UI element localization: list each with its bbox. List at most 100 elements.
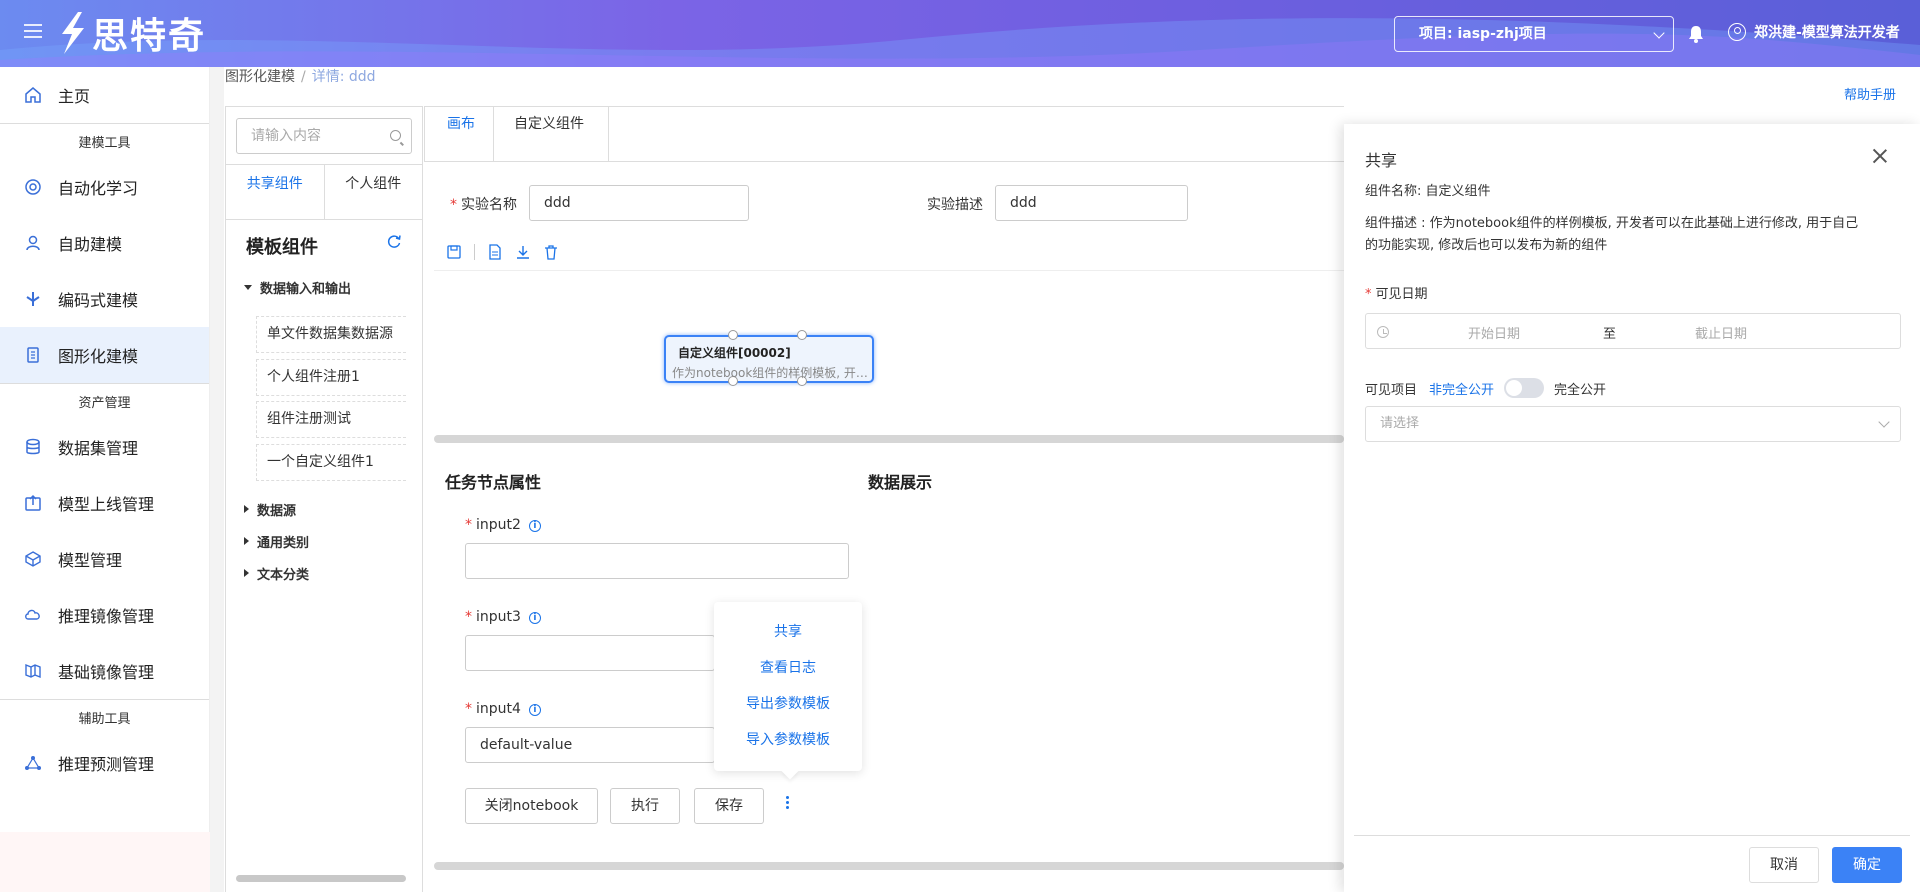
select-placeholder: 请选择 [1380,416,1420,431]
node-title: 自定义组件[00002] [678,346,791,360]
component-panel-scrollbar[interactable] [236,875,406,882]
tab-shared-components[interactable]: 共享组件 [226,165,325,219]
sidebar-item-base-image[interactable]: 基础镜像管理 [0,643,209,699]
tree-leaf[interactable]: 组件注册测试 [256,401,406,438]
search-icon[interactable] [390,130,401,141]
canvas-node[interactable]: 自定义组件[00002] 作为notebook组件的样例模板, 开发者可以在此基… [664,330,874,386]
sidebar-item-model[interactable]: 模型管理 [0,531,209,587]
bell-icon[interactable] [1688,25,1704,43]
project-select[interactable]: 项目: iasp-zhj项目 [1394,16,1674,52]
canvas-scrollbar[interactable] [434,435,1344,443]
range-separator: 至 [1603,327,1617,342]
tab-personal-components[interactable]: 个人组件 [325,165,423,219]
sidebar-item-label: 基础镜像管理 [58,663,155,682]
template-components-title: 模板组件 [246,237,318,258]
popover-share[interactable]: 共享 [714,614,862,650]
tab-custom-component[interactable]: 自定义组件 [494,107,609,162]
sidebar-item-auto-learn[interactable]: 自动化学习 [0,159,209,215]
input2-label-text: input2 [476,517,521,533]
popover-export-params[interactable]: 导出参数模板 [714,686,862,722]
toolbar-divider [474,244,475,260]
delete-icon[interactable] [543,244,559,260]
tree-group-text-classify[interactable]: 文本分类 [244,563,414,583]
popover-import-params[interactable]: 导入参数模板 [714,722,862,758]
required-mark: * [465,517,472,533]
search-placeholder: 请输入内容 [251,128,321,144]
chevron-down-icon [1653,27,1665,39]
experiment-name-input[interactable]: ddd [529,185,749,221]
public-toggle-switch[interactable] [1504,378,1545,398]
tab-canvas[interactable]: 画布 [424,107,494,162]
sidebar-item-deploy[interactable]: 模型上线管理 [0,475,209,531]
logo-text: 思特奇 [92,16,207,57]
caret-right-icon [244,569,249,577]
sidebar-item-label: 推理预测管理 [58,755,155,774]
sidebar-item-self-model[interactable]: 自助建模 [0,215,209,271]
tree-leaf[interactable]: 个人组件注册1 [256,359,406,396]
node-port[interactable] [797,330,807,340]
user-icon [1728,23,1746,41]
option-full-public[interactable]: 完全公开 [1554,379,1606,398]
more-options-icon[interactable] [786,796,790,812]
node-port[interactable] [728,330,738,340]
bottom-scrollbar[interactable] [434,862,1344,870]
component-tabs: 共享组件 个人组件 [226,164,422,220]
sidebar-item-label: 推理镜像管理 [58,607,155,626]
info-icon[interactable]: i [528,704,541,716]
sidebar-item-dataset[interactable]: 数据集管理 [0,419,209,475]
document-icon[interactable] [487,244,503,260]
node-description: 作为notebook组件的样例模板, 开发者可以在此基础上进行修改 [672,366,868,380]
download-icon[interactable] [515,244,531,260]
deploy-icon [24,494,42,512]
user-menu[interactable]: 郑洪建-模型算法开发者 [1728,22,1900,42]
info-icon[interactable]: i [528,612,541,624]
refresh-icon[interactable] [386,233,402,249]
home-icon [24,86,42,104]
save-icon[interactable] [446,244,462,260]
component-search-input[interactable]: 请输入内容 [236,118,412,154]
sidebar-item-predict[interactable]: 推理预测管理 [0,735,209,791]
info-icon[interactable]: i [528,520,541,532]
close-icon[interactable] [1872,148,1888,164]
close-notebook-button[interactable]: 关闭notebook [465,788,598,824]
base-image-icon [24,662,42,680]
help-manual-link[interactable]: 帮助手册 [1844,84,1896,103]
caret-down-icon [244,284,252,290]
input2-field[interactable] [465,543,849,579]
input3-field[interactable] [465,635,715,671]
menu-toggle-icon[interactable] [24,24,42,42]
sidebar-group-tools: 辅助工具 [0,699,209,735]
data-display-title: 数据展示 [868,473,933,492]
run-button[interactable]: 执行 [610,788,680,824]
tree-group-general[interactable]: 通用类别 [244,531,414,551]
popover-view-logs[interactable]: 查看日志 [714,650,862,686]
breadcrumb-parent[interactable]: 图形化建模 [225,69,295,85]
sidebar-item-label: 模型上线管理 [58,495,155,514]
sidebar-item-home[interactable]: 主页 [0,67,209,123]
option-partial-public[interactable]: 非完全公开 [1429,379,1494,398]
component-name-text: 组件名称: 自定义组件 [1365,184,1491,199]
date-range-picker[interactable]: 开始日期 至 截止日期 [1365,313,1901,349]
save-button[interactable]: 保存 [694,788,764,824]
end-date-placeholder[interactable]: 截止日期 [1695,323,1747,342]
project-select-dropdown[interactable]: 请选择 [1365,406,1901,442]
required-mark: * [465,609,472,625]
sidebar-scrollbar[interactable] [210,67,224,892]
sidebar-item-graph-model[interactable]: 图形化建模 [0,327,209,383]
tree-group-datasource[interactable]: 数据源 [244,499,414,519]
tree-leaf[interactable]: 一个自定义组件1 [256,444,406,481]
confirm-button[interactable]: 确定 [1832,847,1902,883]
start-date-placeholder[interactable]: 开始日期 [1468,323,1520,342]
clock-icon [1377,326,1389,338]
cancel-button[interactable]: 取消 [1749,847,1819,883]
experiment-desc-input[interactable]: ddd [995,185,1188,221]
sidebar-item-code-model[interactable]: 编码式建模 [0,271,209,327]
input4-field[interactable]: default-value [465,727,715,763]
tree-leaf[interactable]: 单文件数据集数据源 [256,316,406,353]
experiment-name-label: * 实验名称 [450,194,517,214]
sidebar-item-infer-image[interactable]: 推理镜像管理 [0,587,209,643]
toolbar-divider-line [434,270,1344,271]
tree-group-io[interactable]: 数据输入和输出 [244,277,414,297]
logo[interactable]: 思特奇 [56,8,206,58]
sidebar-group-assets: 资产管理 [0,383,209,419]
